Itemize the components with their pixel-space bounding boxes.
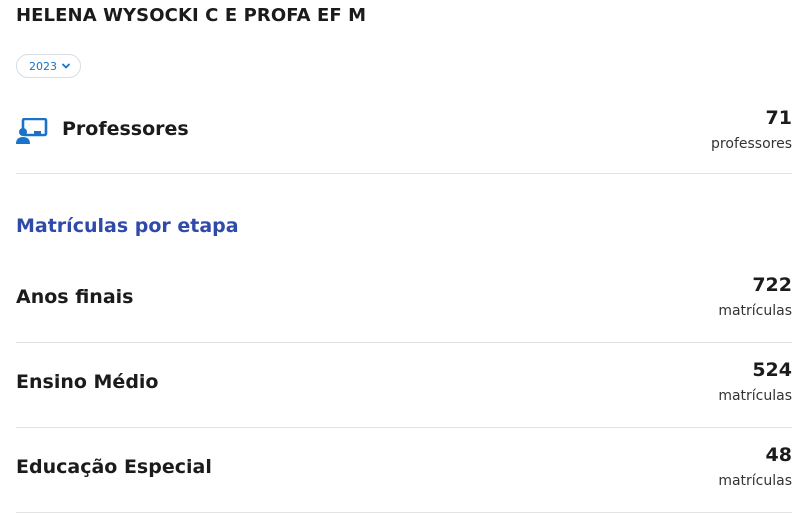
stage-count: 524 xyxy=(752,359,792,381)
year-select[interactable]: 2023 xyxy=(16,54,81,78)
stage-unit: matrículas xyxy=(718,388,792,404)
professores-unit: professores xyxy=(711,136,792,152)
stage-label: Ensino Médio xyxy=(16,371,159,393)
stage-count: 722 xyxy=(752,274,792,296)
stage-row-ensino-medio: Ensino Médio 524 matrículas xyxy=(16,343,792,428)
year-select-value: 2023 xyxy=(29,59,57,73)
chevron-down-icon xyxy=(62,63,70,69)
stage-row-educacao-especial: Educação Especial 48 matrículas xyxy=(16,428,792,513)
stage-label: Educação Especial xyxy=(16,456,212,478)
stage-unit: matrículas xyxy=(718,473,792,489)
matriculas-section-title: Matrículas por etapa xyxy=(16,215,239,237)
teacher-board-icon xyxy=(16,118,48,144)
stage-count: 48 xyxy=(765,444,792,466)
stage-row-anos-finais: Anos finais 722 matrículas xyxy=(16,258,792,343)
stage-unit: matrículas xyxy=(718,303,792,319)
stage-label: Anos finais xyxy=(16,286,134,308)
school-name-title: HELENA WYSOCKI C E PROFA EF M xyxy=(16,5,367,26)
professores-count: 71 xyxy=(765,107,792,129)
professores-row: Professores 71 professores xyxy=(16,100,792,174)
professores-label: Professores xyxy=(62,118,189,140)
